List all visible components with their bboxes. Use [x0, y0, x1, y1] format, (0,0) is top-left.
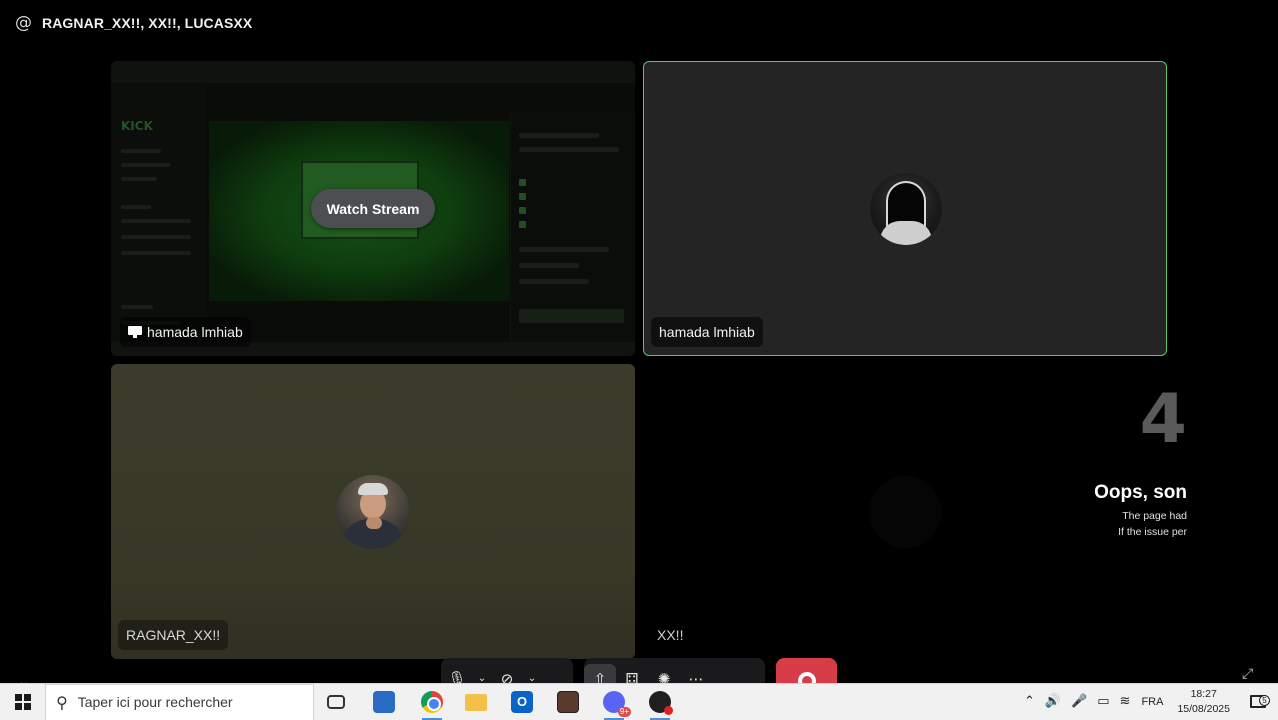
error-code: 4	[1139, 380, 1187, 459]
chevron-down-icon[interactable]: ⌄	[473, 670, 491, 684]
error-message-line: The page had	[1122, 510, 1187, 522]
clock[interactable]: 18:27 15/08/2025	[1169, 687, 1238, 717]
avatar-body	[880, 221, 932, 245]
task-view-icon	[327, 695, 345, 709]
notification-count: 5	[1259, 695, 1270, 706]
participant-tile-hamada[interactable]: hamada lmhiab	[643, 61, 1167, 356]
game-icon	[557, 691, 579, 713]
volume-icon[interactable]: 🔊	[1040, 694, 1066, 709]
search-placeholder: Taper ici pour rechercher	[77, 694, 233, 710]
taskbar-app-explorer[interactable]	[454, 688, 498, 716]
outlook-icon: O	[511, 691, 533, 713]
screen-share-icon	[128, 326, 142, 338]
clock-date: 15/08/2025	[1177, 702, 1230, 715]
chevron-down-icon[interactable]: ⌄	[523, 670, 541, 684]
taskbar-app-outlook[interactable]: O	[500, 688, 544, 716]
avatar	[336, 475, 410, 549]
at-icon: @	[15, 13, 32, 33]
avatar-hand	[366, 517, 382, 529]
taskbar-app-chrome[interactable]	[410, 688, 454, 720]
folder-icon	[465, 693, 487, 711]
taskbar-app-game[interactable]	[546, 688, 590, 716]
clock-time: 18:27	[1190, 687, 1217, 700]
participant-name: XX!!	[657, 627, 684, 643]
stream-user-name: hamada lmhiab	[147, 324, 243, 340]
notification-center-button[interactable]: 5	[1238, 695, 1278, 708]
avatar	[869, 476, 941, 548]
taskbar-app-other[interactable]	[638, 688, 682, 720]
participant-tile-xx[interactable]: 4 Oops, son The page had If the issue pe…	[643, 364, 1187, 659]
participant-name-tag: hamada lmhiab	[651, 317, 763, 347]
search-icon: ⚲	[56, 692, 68, 712]
participant-tile-ragnar[interactable]: RAGNAR_XX!!	[111, 364, 635, 659]
error-title: Oops, son	[1094, 482, 1187, 503]
avatar	[870, 173, 942, 245]
system-tray: ⌃ 🔊 🎤 ▭ ≋ FRA 18:27 15/08/2025 5	[1019, 683, 1278, 720]
windows-icon	[14, 694, 31, 710]
chevron-up-icon[interactable]: ⌃	[1019, 694, 1040, 709]
participant-name-tag: RAGNAR_XX!!	[118, 620, 229, 650]
chrome-icon	[421, 691, 443, 713]
error-page: 4 Oops, son The page had If the issue pe…	[1043, 364, 1187, 564]
fullscreen-icon[interactable]: ⤢	[1242, 666, 1253, 682]
taskbar-app-discord[interactable]: 9+	[592, 688, 636, 720]
stream-name-tag: hamada lmhiab	[120, 317, 251, 347]
participant-name-tag: XX!!	[649, 620, 691, 650]
start-button[interactable]	[0, 684, 45, 720]
wifi-icon[interactable]: ≋	[1115, 694, 1136, 709]
call-title: RAGNAR_XX!!, XX!!, LUCASXX	[42, 15, 253, 31]
call-header: @ RAGNAR_XX!!, XX!!, LUCASXX	[0, 0, 1278, 46]
participant-name: RAGNAR_XX!!	[126, 627, 221, 643]
taskbar-app-store[interactable]	[362, 688, 406, 716]
discord-icon: 9+	[603, 691, 631, 717]
battery-icon[interactable]: ▭	[1092, 694, 1114, 709]
language-indicator[interactable]: FRA	[1135, 696, 1169, 708]
error-message-line: If the issue per	[1118, 526, 1187, 538]
stream-tile[interactable]: KICK Watch Stream hamada lmhiab	[111, 61, 635, 356]
avatar-hair	[358, 483, 388, 495]
call-controls: ⌄ 🎙 ⌄ ⊘ ⌄ ⇧ ⚃ ✺ ⋯ ⤢	[0, 658, 1278, 698]
store-icon	[373, 691, 395, 713]
microphone-icon[interactable]: 🎤	[1066, 694, 1092, 709]
watch-stream-button[interactable]: Watch Stream	[311, 189, 435, 228]
taskbar-search[interactable]: ⚲ Taper ici pour rechercher	[45, 683, 314, 720]
task-view-button[interactable]	[314, 688, 358, 716]
notification-badge: 9+	[617, 707, 631, 717]
participant-name: hamada lmhiab	[659, 324, 755, 340]
app-icon	[649, 691, 673, 715]
